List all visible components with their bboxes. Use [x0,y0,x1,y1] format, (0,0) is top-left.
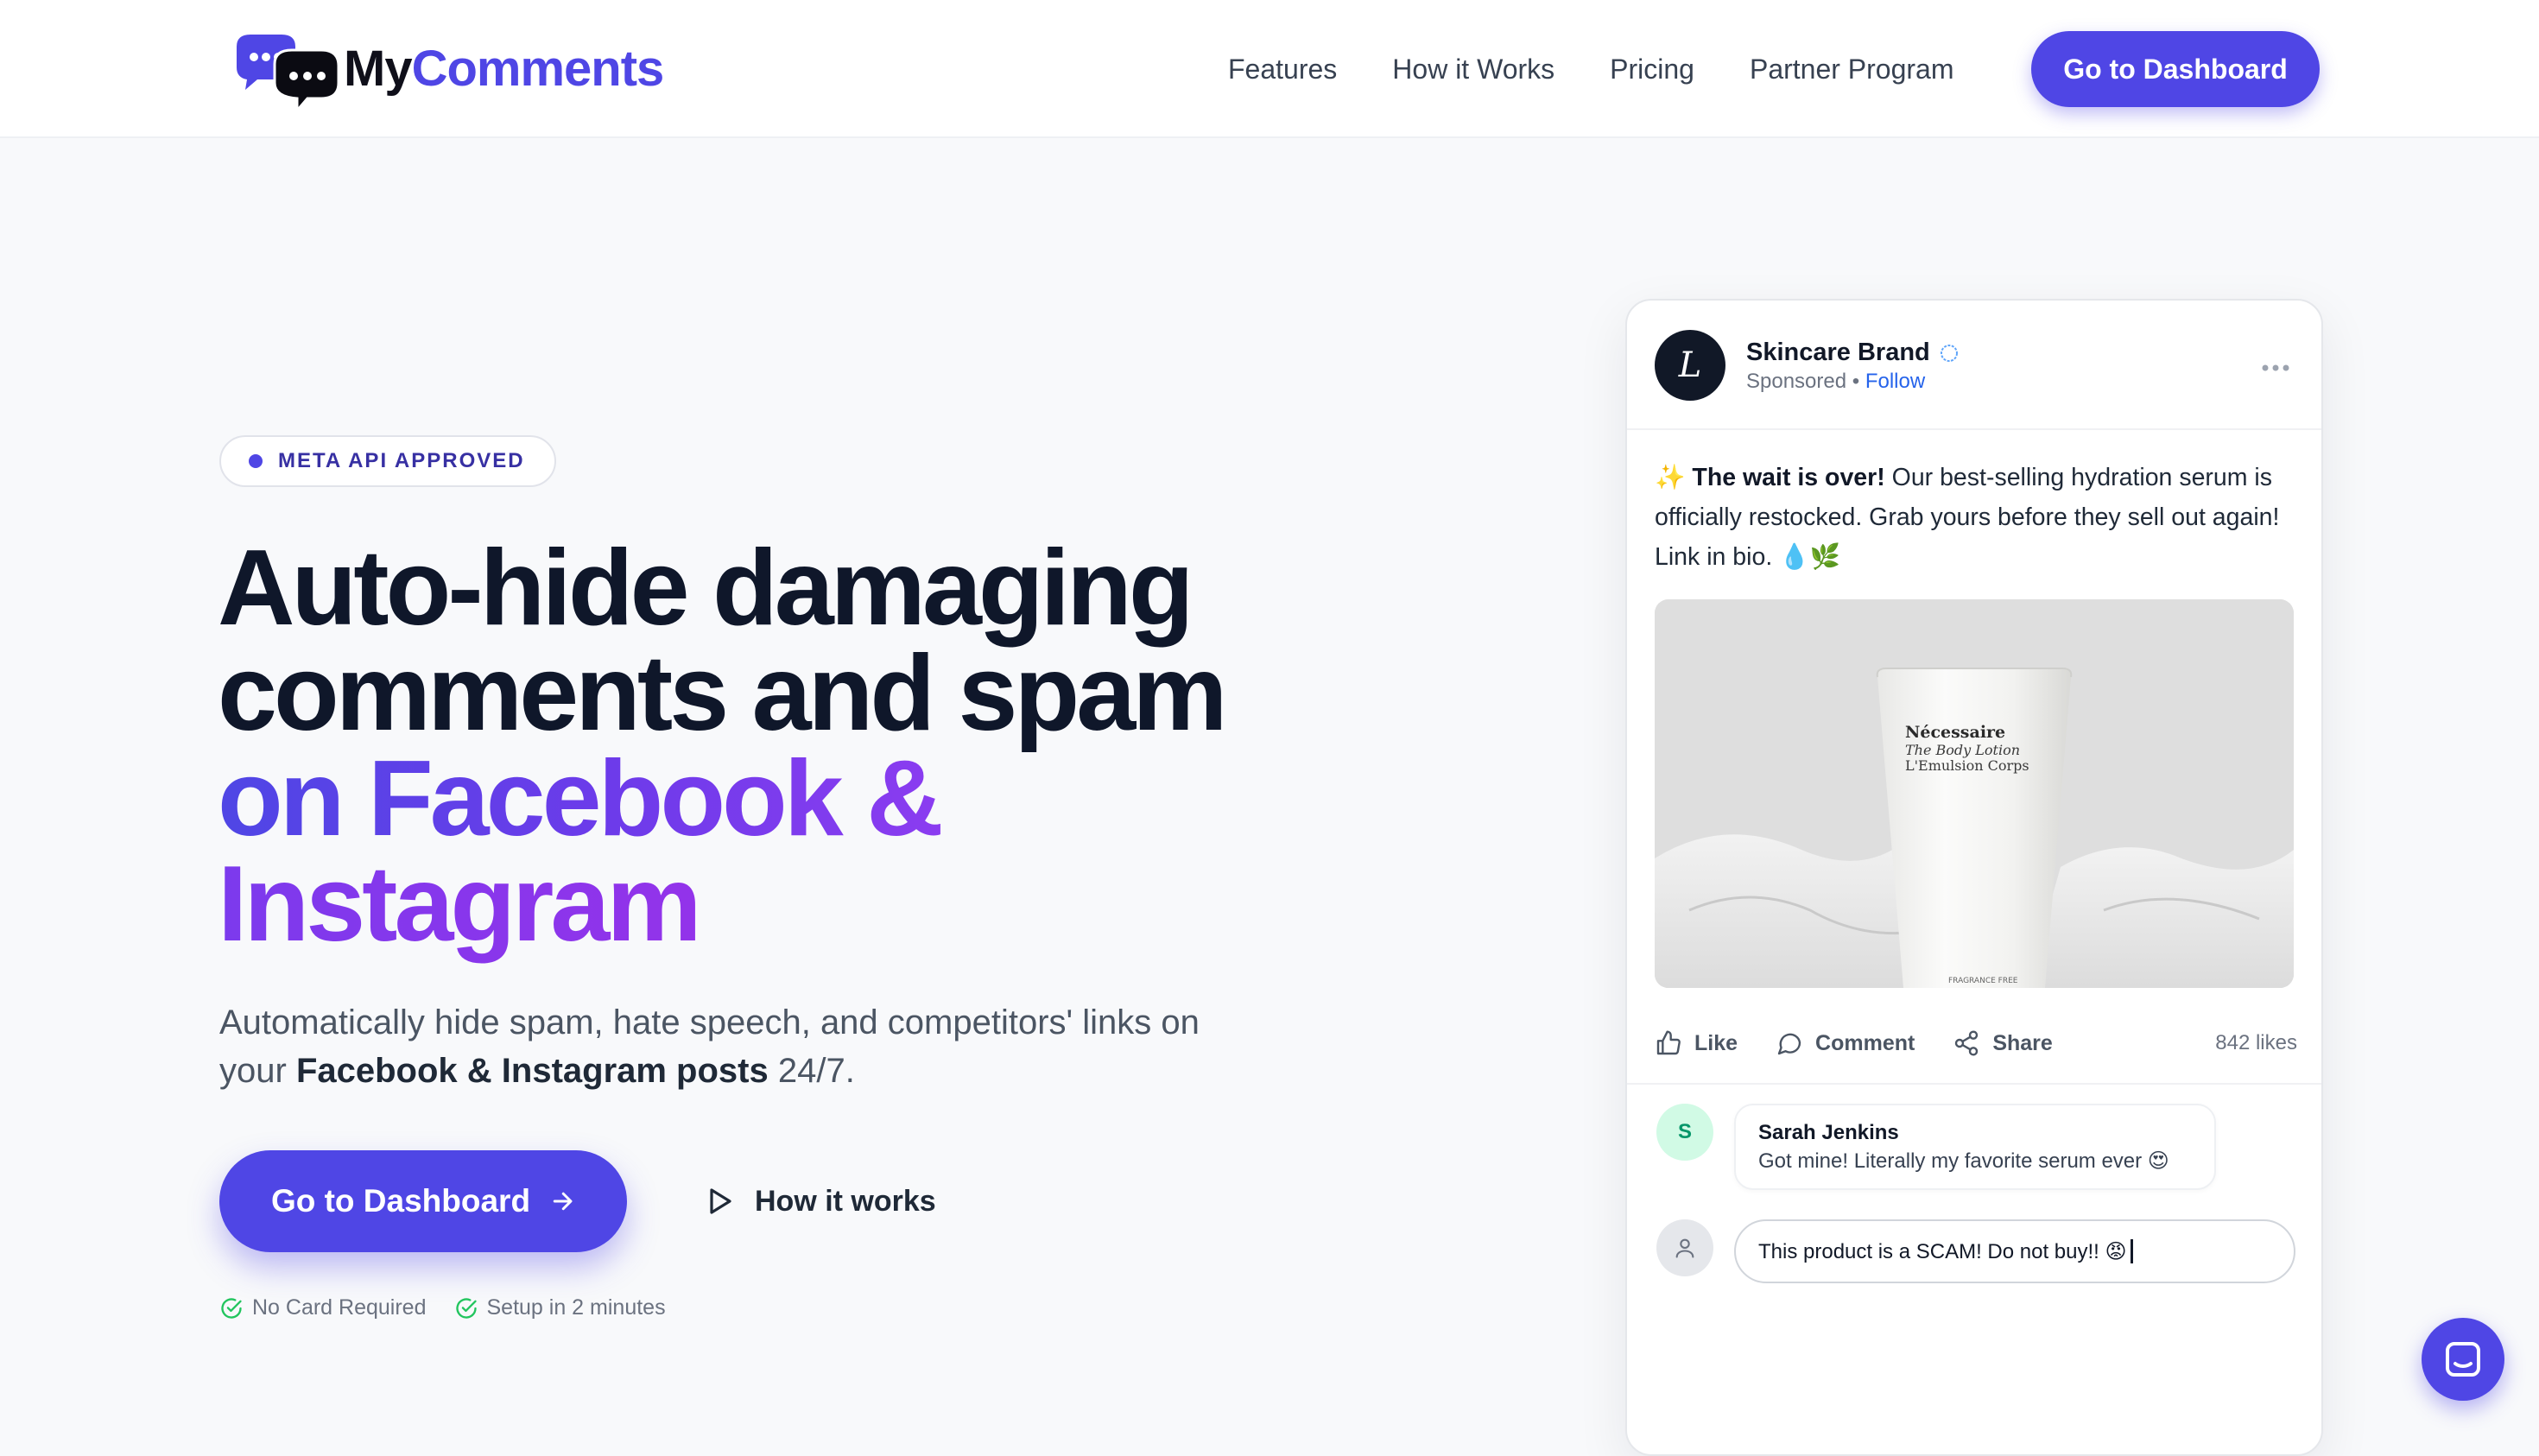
comment-text: Got mine! Literally my favorite serum ev… [1758,1149,2169,1173]
post-brand-name[interactable]: Skincare Brand [1746,339,1960,367]
check-circle-icon [455,1297,477,1319]
check-circle-icon [221,1297,242,1319]
brand-name-label: Skincare Brand [1746,339,1930,366]
badge-dot [249,454,263,468]
comment-icon [1777,1033,1801,1055]
post-product-image[interactable]: Nécessaire The Body Lotion L'Emulsion Co… [1655,599,2294,988]
post-actions: Like Comment Share 842 likes [1655,1017,2297,1069]
play-icon [708,1187,732,1215]
badge-label: META API APPROVED [278,449,525,472]
chat-bubbles-logo-icon [228,29,347,115]
meta-approved-badge: META API APPROVED [219,435,556,487]
post-caption-bold: The wait is over! [1692,464,1885,491]
sponsored-label: Sponsored [1746,370,1847,393]
subtitle-bold: Facebook & Instagram posts [295,1052,769,1090]
nav-link-features[interactable]: Features [1228,54,1337,85]
product-label-4: FRAGRANCE FREE [1948,977,2018,985]
nav-link-partner-program[interactable]: Partner Program [1750,54,1954,85]
comment-button[interactable]: Comment [1776,1029,1915,1057]
logo-comments: Comments [411,40,665,97]
thumbs-up-icon [1656,1030,1681,1055]
how-it-works-label: How it works [755,1184,936,1218]
comment-item: Sarah Jenkins Got mine! Literally my fav… [1734,1104,2216,1190]
headline-line-3: on Facebook & [218,739,944,858]
share-label: Share [1992,1030,2053,1055]
chat-launcher-button[interactable] [2422,1318,2504,1401]
current-user-avatar [1656,1219,1713,1276]
nav-dashboard-button[interactable]: Go to Dashboard [2031,31,2320,107]
social-post-card: L Skincare Brand Sponsored • Follow ✨ Th… [1625,299,2323,1456]
hero-headline: Auto-hide damaging comments and spam on … [218,529,1340,958]
arrow-right-icon [549,1188,575,1214]
meta-separator: • [1852,370,1860,393]
comment-author[interactable]: Sarah Jenkins [1758,1121,2192,1145]
headline-line-1: Auto-hide damaging [218,529,1194,648]
main-nav: Features How it Works Pricing Partner Pr… [1228,47,2010,92]
logo-my: My [344,40,413,97]
how-it-works-button[interactable]: How it works [708,1176,936,1226]
comments-divider [1627,1083,2321,1085]
sparkle-emoji: ✨ [1655,464,1686,491]
nav-link-pricing[interactable]: Pricing [1610,54,1694,85]
product-label-1: Nécessaire [1905,723,2005,742]
hero-dashboard-label: Go to Dashboard [270,1183,531,1219]
user-icon [1675,1238,1694,1258]
product-label-3: L'Emulsion Corps [1905,757,2029,774]
top-navbar: MyComments Features How it Works Pricing… [0,0,2539,138]
trust-no-card: No Card Required [219,1295,427,1320]
likes-count: 842 likes [2215,1031,2297,1054]
subtitle-text-2: 24/7. [768,1052,855,1090]
product-label-2: The Body Lotion [1905,742,2020,758]
post-header: L Skincare Brand Sponsored • Follow [1627,301,2321,430]
text-caret [2130,1239,2133,1263]
share-button[interactable]: Share [1953,1029,2053,1057]
verified-icon [1939,343,1960,364]
brand-avatar[interactable]: L [1655,330,1725,401]
post-meta: Sponsored • Follow [1746,370,1925,394]
comment-input-value: This product is a SCAM! Do not buy!! 😡 [1758,1239,2127,1263]
follow-link[interactable]: Follow [1865,370,1925,393]
trust-setup-label: Setup in 2 minutes [486,1295,666,1320]
share-icon [1955,1030,1979,1056]
nav-link-how-it-works[interactable]: How it Works [1392,54,1554,85]
trust-indicators: No Card Required Setup in 2 minutes [219,1295,693,1320]
trust-no-card-label: No Card Required [252,1295,427,1320]
like-label: Like [1694,1030,1738,1055]
more-dots-icon[interactable] [2261,354,2290,372]
headline-line-2: comments and spam [218,634,1227,753]
headline-line-4: Instagram [218,845,702,964]
hero-dashboard-button[interactable]: Go to Dashboard [219,1150,627,1252]
like-button[interactable]: Like [1655,1029,1738,1057]
trust-setup: Setup in 2 minutes [454,1295,666,1320]
comment-label: Comment [1815,1030,1915,1055]
post-caption: ✨ The wait is over! Our best-selling hyd… [1655,458,2302,577]
brand-logo[interactable]: MyComments [228,29,665,115]
chat-launcher-icon [2446,1342,2480,1377]
commenter-avatar: S [1656,1104,1713,1161]
hero-subtitle: Automatically hide spam, hate speech, an… [219,998,1256,1095]
comment-input[interactable]: This product is a SCAM! Do not buy!! 😡 [1734,1219,2295,1283]
logo-wordmark: MyComments [344,40,665,98]
